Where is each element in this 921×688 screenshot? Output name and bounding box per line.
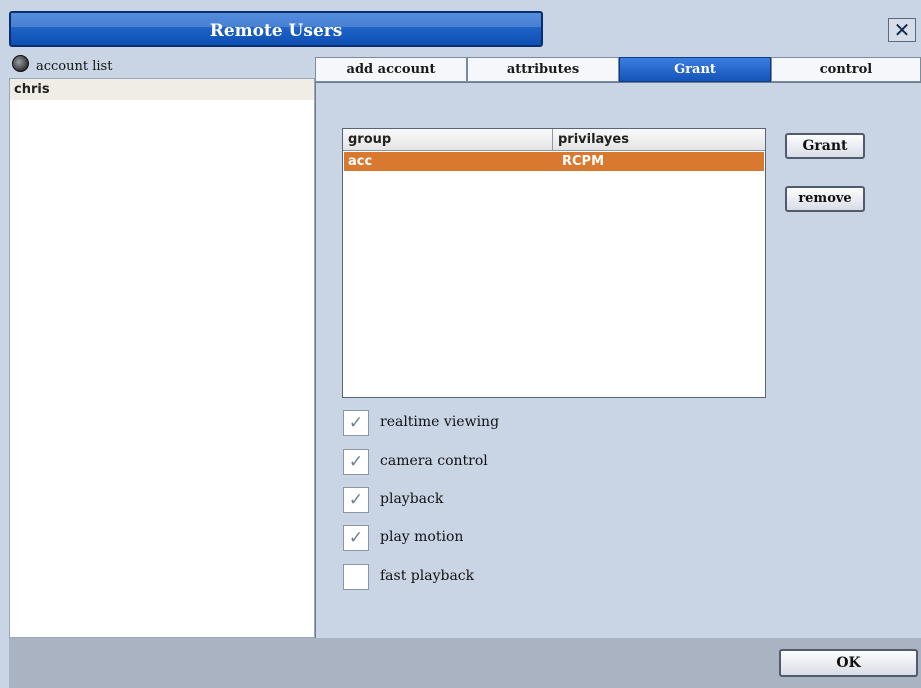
checkbox-label: realtime viewing [380, 414, 500, 430]
checkmark-icon: ✓ [348, 413, 364, 433]
account-list-label: account list [36, 59, 113, 74]
account-item[interactable]: chris [10, 79, 314, 100]
account-list-header: account list [9, 55, 315, 78]
tab-grant[interactable]: Grant [619, 57, 771, 82]
tab-bar: add account attributes Grant control [315, 57, 921, 82]
checkbox-label: fast playback [380, 568, 475, 584]
tab-control[interactable]: control [771, 57, 921, 82]
close-button[interactable]: ✕ [888, 18, 916, 42]
remote-users-window: Remote Users ✕ account list chris add ac… [0, 0, 921, 688]
checkbox[interactable]: ✓ [343, 525, 369, 551]
checkbox-label: play motion [380, 529, 464, 545]
checkbox-label: camera control [380, 453, 488, 469]
radio-icon[interactable] [12, 55, 29, 72]
checkmark-icon: ✓ [348, 528, 364, 548]
table-row[interactable]: acc RCPM [344, 152, 764, 171]
checkbox-label: playback [380, 491, 444, 507]
checkbox[interactable]: ✓ [343, 410, 369, 436]
account-list[interactable]: chris [9, 78, 315, 638]
cell-group: acc [348, 154, 373, 169]
cell-privileges: RCPM [562, 154, 605, 169]
grant-button[interactable]: Grant [785, 133, 865, 159]
remove-button[interactable]: remove [785, 186, 865, 212]
checkbox[interactable]: ✓ [343, 487, 369, 513]
checkmark-icon: ✓ [348, 452, 364, 472]
tab-add-account[interactable]: add account [315, 57, 467, 82]
table-header: group privilayes [343, 129, 765, 151]
title-bar[interactable]: Remote Users [9, 11, 543, 47]
window-title: Remote Users [209, 21, 343, 41]
checkbox[interactable]: ✓ [343, 449, 369, 475]
close-icon: ✕ [893, 18, 911, 42]
checkmark-icon: ✓ [348, 490, 364, 510]
grant-table[interactable]: group privilayes acc RCPM [342, 128, 766, 398]
column-header-privileges[interactable]: privilayes [553, 129, 765, 150]
tab-attributes[interactable]: attributes [467, 57, 619, 82]
ok-button[interactable]: OK [779, 649, 918, 677]
checkbox[interactable] [343, 564, 369, 590]
column-header-group[interactable]: group [343, 129, 553, 150]
